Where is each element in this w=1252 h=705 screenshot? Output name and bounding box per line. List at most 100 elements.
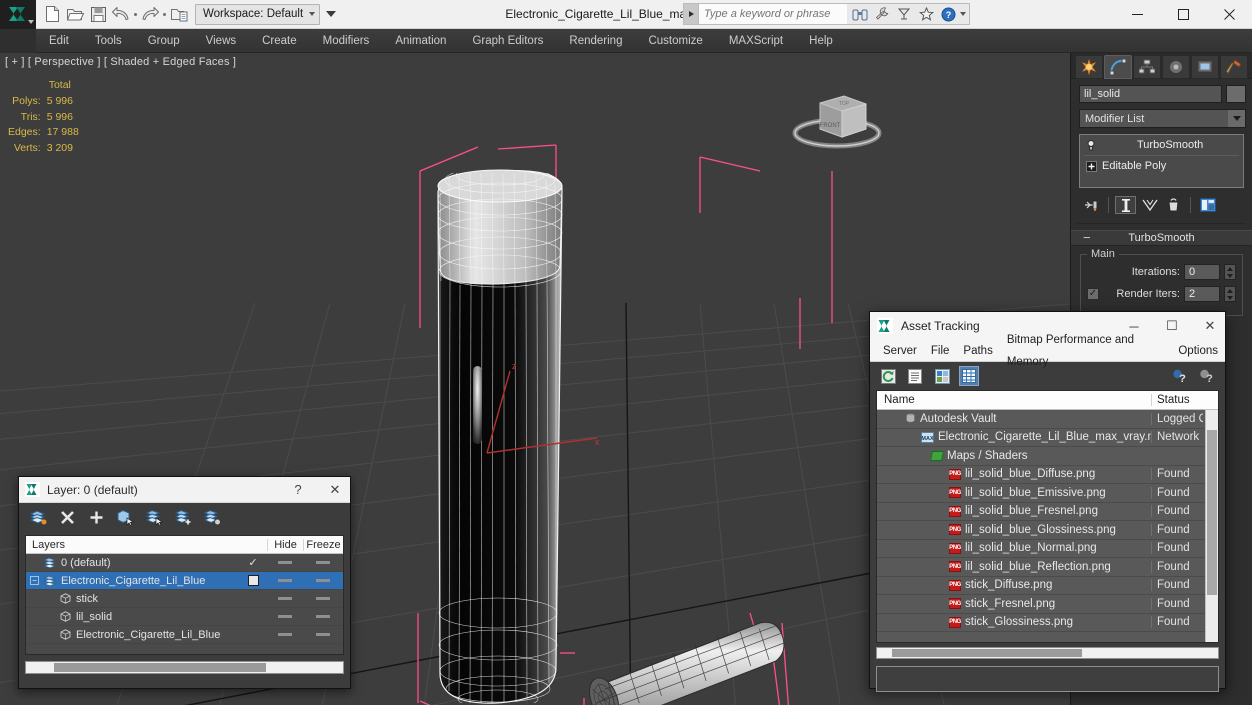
menu-item-help[interactable]: Help — [796, 29, 846, 53]
table-row[interactable]: PNG lil_solid_blue_Fresnel.png Found — [877, 503, 1218, 521]
refresh-icon[interactable] — [878, 366, 898, 386]
minimize-button[interactable] — [1114, 0, 1160, 29]
layer-freeze-toggle[interactable] — [303, 633, 343, 636]
layer-dialog-titlebar[interactable]: Layer: 0 (default) ? ✕ — [19, 477, 350, 503]
utilities-tab[interactable] — [1220, 55, 1248, 79]
max-logo-button[interactable] — [0, 0, 36, 29]
table-row[interactable]: PNG stick_Fresnel.png Found — [877, 595, 1218, 614]
logo-dropdown-caret[interactable] — [28, 19, 34, 24]
delete-layer-icon[interactable] — [58, 509, 76, 527]
help-alt-icon[interactable]: ? — [1197, 366, 1217, 386]
undo-icon[interactable] — [110, 3, 132, 25]
layer-current-check[interactable]: ✓ — [239, 556, 267, 569]
menu-item-create[interactable]: Create — [249, 29, 310, 53]
display-tab[interactable] — [1191, 55, 1219, 79]
asset-menu-file[interactable]: File — [924, 340, 957, 362]
new-file-icon[interactable] — [41, 3, 63, 25]
table-row[interactable]: Maps / Shaders — [877, 447, 1218, 466]
scrollbar-thumb[interactable] — [1207, 430, 1217, 595]
object-color-swatch[interactable] — [1226, 85, 1246, 103]
detail-view-icon[interactable] — [932, 366, 952, 386]
search-input[interactable] — [699, 4, 847, 24]
hierarchy-tab[interactable] — [1133, 55, 1161, 79]
table-row[interactable]: lil_solid — [26, 608, 343, 626]
workspace-selector[interactable]: Workspace: Default — [195, 3, 321, 25]
table-row[interactable]: PNG stick_Glossiness.png Found — [877, 614, 1218, 632]
layer-dialog[interactable]: Layer: 0 (default) ? ✕ Layers Hide Freez… — [18, 476, 351, 689]
make-unique-icon[interactable] — [1139, 196, 1160, 214]
new-layer-icon[interactable] — [29, 509, 47, 527]
layer-hide-toggle[interactable] — [267, 579, 303, 582]
show-end-result-icon[interactable] — [1115, 196, 1136, 214]
modifier-stack[interactable]: TurboSmooth Editable Poly — [1079, 134, 1244, 188]
iterations-field[interactable]: 0 — [1184, 264, 1220, 280]
modify-tab[interactable] — [1104, 55, 1132, 79]
table-row[interactable]: − Electronic_Cigarette_Lil_Blue — [26, 572, 343, 590]
star-icon[interactable] — [916, 4, 936, 24]
layer-horizontal-scrollbar[interactable] — [25, 661, 344, 674]
configure-modifier-sets-icon[interactable] — [1197, 196, 1218, 214]
viewport-label[interactable]: [ + ] [ Perspective ] [ Shaded + Edged F… — [5, 56, 236, 68]
asset-close-button[interactable]: ✕ — [1195, 313, 1225, 339]
table-row[interactable]: PNG stick_Diffuse.png Found — [877, 577, 1218, 595]
scrollbar-thumb[interactable] — [892, 649, 1082, 657]
scrollbar-thumb[interactable] — [54, 663, 266, 672]
layer-freeze-toggle[interactable] — [303, 561, 343, 564]
select-objects-icon[interactable] — [116, 509, 134, 527]
motion-tab[interactable] — [1162, 55, 1190, 79]
layer-freeze-toggle[interactable] — [303, 579, 343, 582]
menu-item-graph-editors[interactable]: Graph Editors — [459, 29, 556, 53]
open-file-icon[interactable] — [64, 3, 86, 25]
iterations-spinner[interactable] — [1224, 264, 1236, 280]
layer-hide-toggle[interactable] — [267, 597, 303, 600]
help-icon[interactable]: ? — [1170, 366, 1190, 386]
menu-item-customize[interactable]: Customize — [635, 29, 715, 53]
asset-menu-bitmap[interactable]: Bitmap Performance and Memory — [1000, 329, 1172, 373]
redo-dropdown-dot[interactable] — [162, 12, 167, 16]
asset-list[interactable]: Name Status Autodesk Vault Logged O MAX — [876, 390, 1219, 643]
render-iters-checkbox[interactable]: ✓ — [1087, 288, 1099, 300]
layer-properties-icon[interactable] — [203, 509, 221, 527]
asset-vertical-scrollbar[interactable] — [1205, 410, 1218, 642]
collapse-icon[interactable]: − — [1083, 231, 1091, 245]
modifier-stack-item-turbosmooth[interactable]: TurboSmooth — [1080, 137, 1243, 153]
table-row[interactable]: PNG lil_solid_blue_Reflection.png Found — [877, 558, 1218, 577]
table-row[interactable]: PNG lil_solid_blue_Emissive.png Found — [877, 484, 1218, 503]
menu-item-rendering[interactable]: Rendering — [556, 29, 635, 53]
highlight-selected-icon[interactable] — [145, 509, 163, 527]
menu-item-modifiers[interactable]: Modifiers — [310, 29, 383, 53]
redo-icon[interactable] — [139, 3, 161, 25]
layer-close-button[interactable]: ✕ — [320, 477, 350, 503]
table-row[interactable]: PNG lil_solid_blue_Diffuse.png Found — [877, 466, 1218, 484]
menu-item-tools[interactable]: Tools — [82, 29, 135, 53]
add-to-layer-icon[interactable] — [174, 509, 192, 527]
wrench-icon[interactable] — [872, 4, 892, 24]
grid-view-icon[interactable] — [959, 366, 979, 386]
maximize-button[interactable] — [1160, 0, 1206, 29]
menu-item-edit[interactable]: Edit — [36, 29, 82, 53]
expand-collapse-icon[interactable]: − — [30, 576, 39, 585]
asset-menu-server[interactable]: Server — [876, 340, 924, 362]
layer-list[interactable]: Layers Hide Freeze 0 (default) ✓ − Elect… — [25, 535, 344, 655]
render-iters-field[interactable]: 2 — [1184, 286, 1220, 302]
help-dropdown-caret[interactable] — [960, 12, 966, 16]
modifier-list-dropdown[interactable]: Modifier List — [1079, 109, 1246, 128]
compass-icon[interactable] — [894, 4, 914, 24]
object-name-field[interactable]: lil_solid — [1079, 85, 1222, 103]
close-button[interactable] — [1206, 0, 1252, 29]
remove-modifier-icon[interactable] — [1163, 196, 1184, 214]
workspace-dropdown-button[interactable] — [322, 3, 339, 26]
asset-horizontal-scrollbar[interactable] — [876, 647, 1219, 659]
chevron-down-icon[interactable] — [1228, 110, 1245, 127]
binoculars-icon[interactable] — [850, 4, 870, 24]
create-tab[interactable] — [1075, 55, 1103, 79]
pin-stack-icon[interactable] — [1081, 196, 1102, 214]
project-folder-icon[interactable] — [168, 3, 190, 25]
turbosmooth-rollout-header[interactable]: − TurboSmooth — [1071, 230, 1252, 246]
layer-hide-toggle[interactable] — [267, 633, 303, 636]
plus-box-icon[interactable] — [1086, 160, 1097, 172]
save-file-icon[interactable] — [87, 3, 109, 25]
table-row[interactable]: stick — [26, 590, 343, 608]
add-selection-icon[interactable] — [87, 509, 105, 527]
table-row[interactable]: Electronic_Cigarette_Lil_Blue — [26, 626, 343, 644]
